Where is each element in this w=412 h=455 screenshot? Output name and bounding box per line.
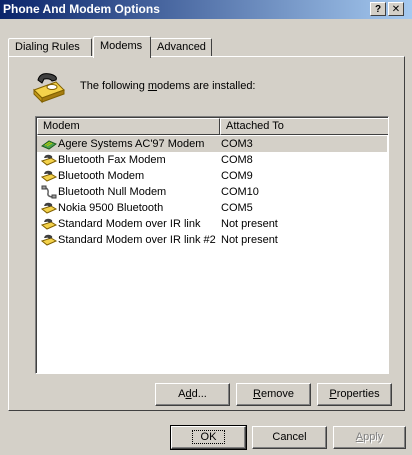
phone-modem-icon [33,73,65,104]
intro-text: The following modems are installed: [80,80,256,92]
add-button[interactable]: Add... [155,383,230,406]
list-item[interactable]: Bluetooth Modem COM9 [37,168,387,184]
phone-modem-icon [41,154,57,166]
remove-button[interactable]: Remove [236,383,311,406]
list-item[interactable]: Bluetooth Null Modem COM10 [37,184,387,200]
null-modem-cable-icon [41,185,57,199]
ok-button[interactable]: OK [170,425,247,450]
tab-modems[interactable]: Modems [93,36,151,58]
help-button[interactable]: ? [370,2,386,16]
apply-button[interactable]: Apply [333,426,406,449]
list-item[interactable]: Bluetooth Fax Modem COM8 [37,152,387,168]
properties-button[interactable]: Properties [317,383,392,406]
internal-modem-icon [41,140,57,150]
title-bar: Phone And Modem Options ? ✕ [0,0,412,19]
phone-modem-icon [41,218,57,230]
column-header-modem[interactable]: Modem [37,118,220,135]
window-title: Phone And Modem Options [3,2,160,16]
modems-list[interactable]: Modem Attached To Agere Systems AC'97 Mo… [35,116,389,374]
tab-advanced[interactable]: Advanced [150,38,212,57]
cancel-button[interactable]: Cancel [252,426,327,449]
list-item[interactable]: Nokia 9500 Bluetooth COM5 [37,200,387,216]
list-item[interactable]: Agere Systems AC'97 Modem COM3 [37,136,387,152]
phone-modem-icon [41,170,57,182]
tab-dialing-rules[interactable]: Dialing Rules [8,38,92,57]
list-header: Modem Attached To [37,118,388,135]
list-item[interactable]: Standard Modem over IR link Not present [37,216,387,232]
phone-modem-icon [41,202,57,214]
column-header-attached-to[interactable]: Attached To [220,118,388,135]
close-button[interactable]: ✕ [388,2,404,16]
list-item[interactable]: Standard Modem over IR link #2 Not prese… [37,232,387,248]
phone-modem-icon [41,234,57,246]
